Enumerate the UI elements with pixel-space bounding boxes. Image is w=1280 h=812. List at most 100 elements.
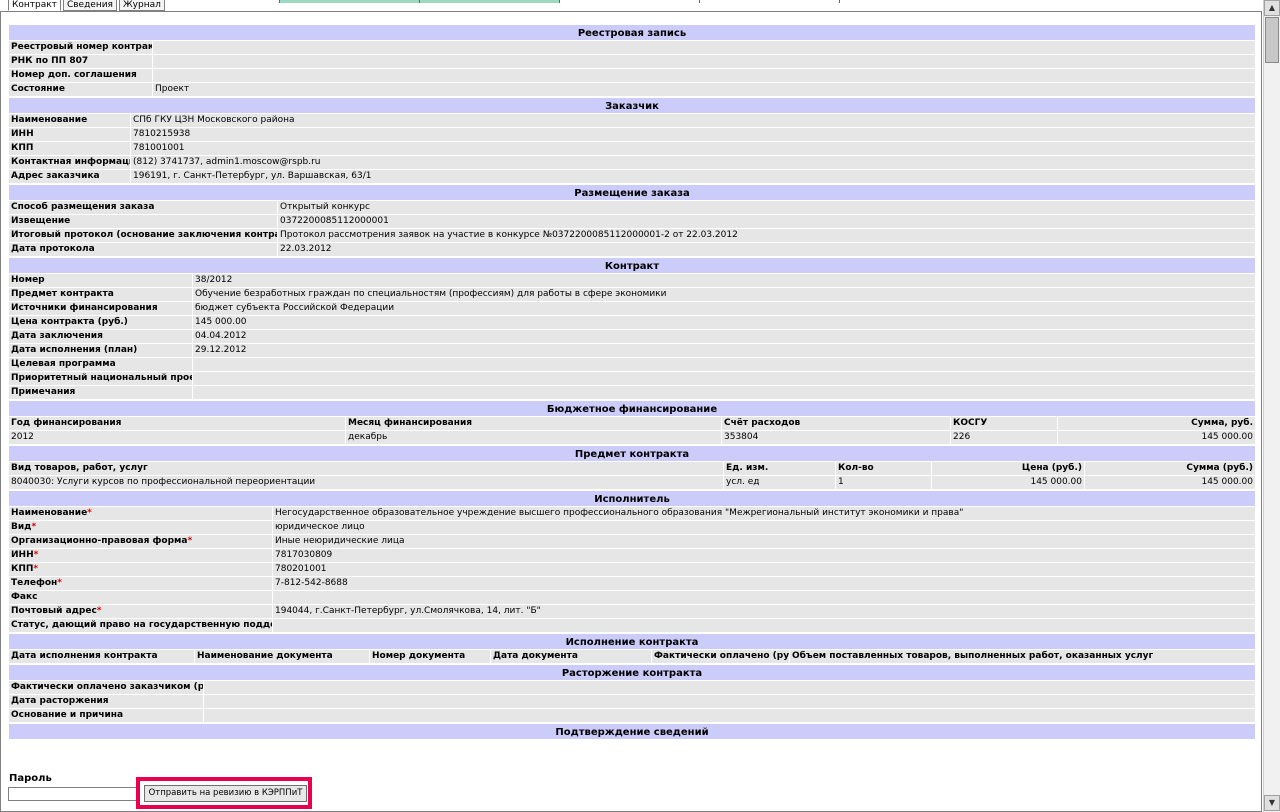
field-label-text: Наименование: [11, 508, 88, 518]
column-header: Счёт расходов: [722, 417, 951, 430]
field-label-text: ИНН: [11, 550, 34, 560]
vertical-scrollbar[interactable]: ▲ ▼: [1263, 0, 1280, 812]
field-value: 780201001: [275, 564, 327, 574]
field-value: [204, 681, 1255, 694]
field-label: ИНН*: [9, 549, 273, 562]
table-row: КПП 781001001: [9, 142, 1255, 156]
required-mark: *: [33, 564, 39, 574]
scroll-up-icon[interactable]: ▲: [1264, 0, 1280, 16]
tab-bar: Контракт Сведения Журнал: [8, 0, 165, 12]
section-title-budget: Бюджетное финансирование: [9, 400, 1255, 417]
table-cell: 226: [951, 431, 1058, 444]
field-value: юридическое лицо: [275, 522, 365, 532]
table-header-row: Год финансирования Месяц финансирования …: [9, 417, 1255, 431]
field-label: Источники финансирования: [9, 302, 193, 315]
field-label: Дата протокола: [9, 243, 278, 256]
scroll-down-icon[interactable]: ▼: [1264, 795, 1280, 811]
field-label: КПП: [9, 142, 131, 155]
field-label: Дата заключения: [9, 330, 193, 343]
section-title-subject: Предмет контракта: [9, 445, 1255, 462]
column-header: Кол-во: [836, 462, 932, 475]
tab-log[interactable]: Журнал: [118, 0, 165, 11]
field-label: Примечания: [9, 386, 193, 399]
field-value: 29.12.2012: [195, 345, 247, 355]
field-label: Состояние: [9, 83, 153, 96]
field-label: Почтовый адрес*: [9, 605, 273, 618]
table-header-row: Дата исполнения контракта Наименование д…: [9, 650, 1255, 664]
field-value: 7817030809: [275, 550, 333, 560]
field-value: 22.03.2012: [280, 244, 332, 254]
section-title-registry: Реестровая запись: [9, 24, 1255, 41]
table-cell: 145 000.00: [1201, 432, 1253, 442]
field-value: [193, 358, 1255, 371]
field-label: Номер доп. соглашения: [9, 69, 153, 82]
column-header: Ед. изм.: [724, 462, 836, 475]
required-mark: *: [87, 508, 92, 518]
field-label: Дата расторжения: [9, 695, 204, 708]
required-mark: *: [96, 606, 102, 616]
table-cell: 145 000.00: [932, 476, 1085, 489]
field-label: КПП*: [9, 563, 273, 576]
field-value: 04.04.2012: [195, 331, 247, 341]
field-label: Дата исполнения (план): [9, 344, 193, 357]
section-title-contract: Контракт: [9, 257, 1255, 274]
table-row: Факс: [9, 591, 1255, 605]
field-label: ИНН: [9, 128, 131, 141]
table-row: Вид* юридическое лицо: [9, 521, 1255, 535]
field-label: Адрес заказчика: [9, 170, 131, 183]
column-header: Сумма, руб.: [1191, 418, 1253, 428]
field-value: 781001001: [133, 143, 185, 153]
field-value: бюджет субъекта Российской Федерации: [195, 303, 395, 313]
scrollbar-thumb[interactable]: [1265, 17, 1279, 63]
field-label: Основание и причина: [9, 709, 204, 722]
field-label-text: КПП: [11, 564, 34, 574]
table-row: Приоритетный национальный проект: [9, 372, 1255, 386]
field-value: СПб ГКУ ЦЗН Московского района: [133, 115, 295, 125]
tab-details[interactable]: Сведения: [62, 0, 117, 11]
table-row: Состояние Проект: [9, 83, 1255, 97]
field-label: Приоритетный национальный проект: [11, 372, 193, 385]
field-label-text: Статус, дающий право на государственную …: [11, 620, 272, 630]
field-label: Извещение: [9, 215, 278, 228]
field-label: РНК по ПП 807: [9, 55, 153, 68]
table-row: Почтовый адрес* 194044, г.Санкт-Петербург…: [9, 605, 1255, 619]
column-header: Фактически оплачено (руб.): [654, 650, 790, 663]
field-value: [193, 372, 1255, 385]
table-cell: 145 000.00: [1201, 477, 1253, 487]
password-input[interactable]: [8, 787, 138, 801]
field-value: Иные неюридические лица: [275, 536, 405, 546]
table-cell: усл. ед: [724, 476, 836, 489]
field-label: Контактная информация: [11, 156, 131, 169]
send-to-review-button[interactable]: Отправить на ревизию в КЭРППиТ: [144, 785, 307, 802]
field-value: [193, 386, 1255, 399]
column-header: Сумма (руб.): [1186, 463, 1253, 473]
column-header: Месяц финансирования: [346, 417, 722, 430]
field-value: [273, 619, 1255, 632]
table-header-row: Вид товаров, работ, услуг Ед. изм. Кол-в…: [9, 462, 1255, 476]
field-value: 7810215938: [133, 129, 191, 139]
section-title-customer: Заказчик: [9, 97, 1255, 114]
table-cell: 353804: [722, 431, 951, 444]
section-title-placement: Размещение заказа: [9, 184, 1255, 201]
field-label: Предмет контракта: [9, 288, 193, 301]
field-label: Итоговый протокол (основание заключения …: [11, 229, 278, 242]
table-row: Номер доп. соглашения: [9, 69, 1255, 83]
table-cell: 1: [836, 476, 932, 489]
table-row: Предмет контракта Обучение безработных гр…: [9, 288, 1255, 302]
field-label: Телефон*: [9, 577, 273, 590]
table-row: КПП* 780201001: [9, 563, 1255, 577]
table-row: Наименование* Негосударственное образоват…: [9, 507, 1255, 521]
field-value: [153, 41, 1255, 54]
section-title-execution: Исполнение контракта: [9, 633, 1255, 650]
table-row: Статус, дающий право на государственную …: [9, 619, 1255, 633]
column-header: Цена (руб.): [932, 462, 1085, 475]
tab-contract[interactable]: Контракт: [8, 0, 61, 11]
field-label: Статус, дающий право на государственную …: [9, 619, 273, 632]
column-header: Дата документа: [491, 650, 652, 663]
table-row: Итоговый протокол (основание заключения …: [9, 229, 1255, 243]
table-row: ИНН 7810215938: [9, 128, 1255, 142]
field-label: Наименование*: [9, 507, 273, 520]
table-row: Примечания: [9, 386, 1255, 400]
field-value: Обучение безработных граждан по специаль…: [195, 289, 667, 299]
field-label: Наименование: [9, 114, 131, 127]
